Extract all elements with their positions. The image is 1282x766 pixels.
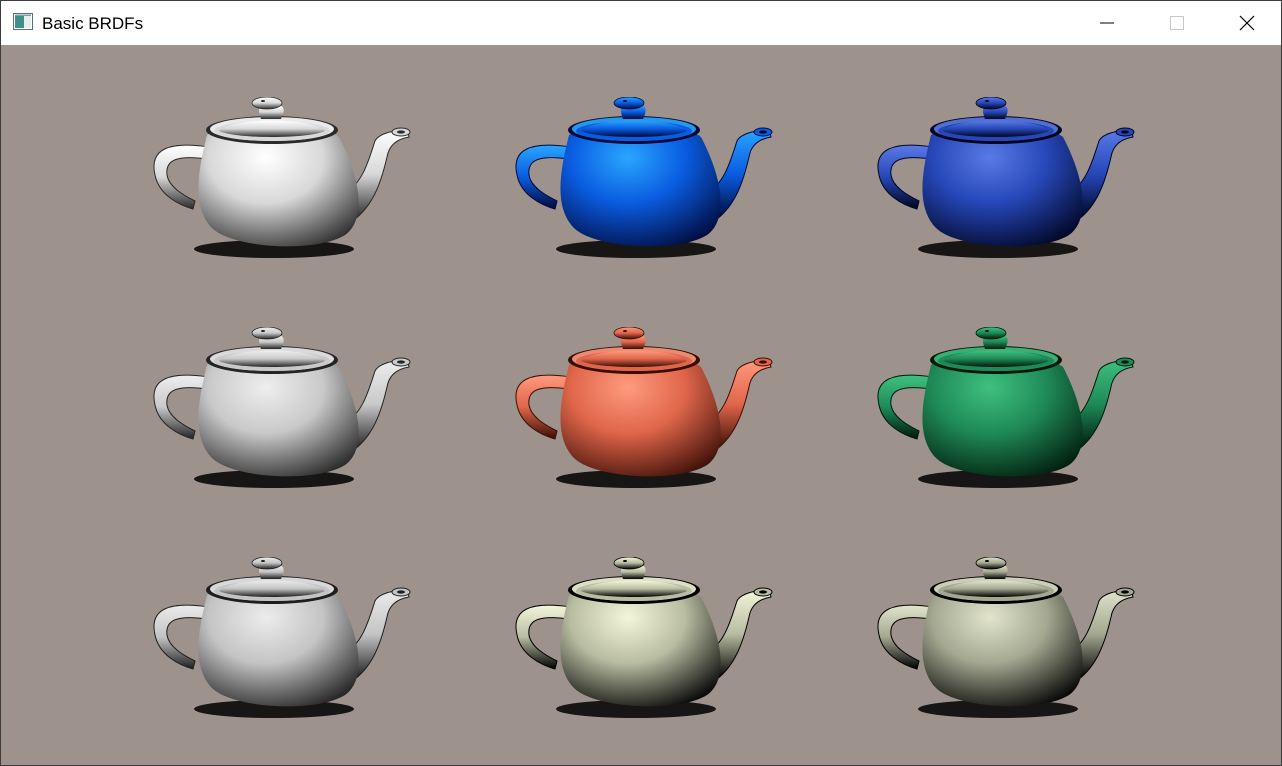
teapot-render-2-1 (153, 327, 411, 488)
teapot-render-3-2 (515, 557, 773, 718)
close-icon (1239, 15, 1255, 31)
window-title: Basic BRDFs (42, 14, 144, 33)
teapot-render-3-1 (153, 557, 411, 718)
teapot-render-1-2 (515, 97, 773, 258)
application-window-icon (13, 13, 33, 30)
minimize-button[interactable] (1072, 1, 1142, 45)
title-bar[interactable]: Basic BRDFs (1, 1, 1281, 45)
teapot-render-2-3 (877, 327, 1135, 488)
teapot-render-3-3 (877, 557, 1135, 718)
maximize-icon (1170, 16, 1184, 30)
teapot-render-2-2 (515, 327, 773, 488)
render-viewport[interactable] (1, 45, 1281, 765)
minimize-icon (1100, 22, 1114, 24)
maximize-button[interactable] (1142, 1, 1212, 45)
teapot-render-1-3 (877, 97, 1135, 258)
close-button[interactable] (1212, 1, 1282, 45)
app-window: Basic BRDFs (0, 0, 1282, 766)
teapot-render-1-1 (153, 97, 411, 258)
